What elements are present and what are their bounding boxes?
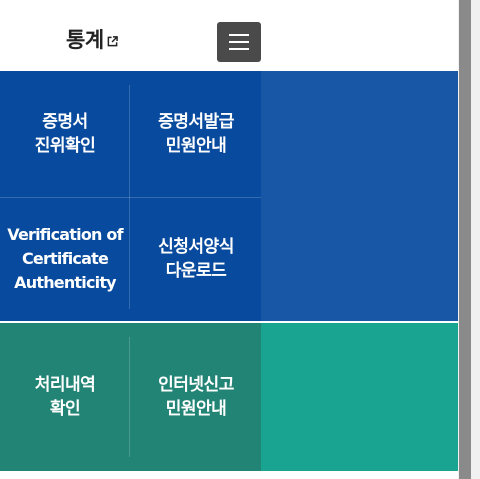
hamburger-menu-icon-line [229, 41, 249, 43]
scrollbar-thumb[interactable] [459, 0, 471, 479]
certificate-issuance-guide-link[interactable]: 증명서발급 민원안내 [131, 71, 261, 197]
certificate-verification-link[interactable]: 증명서 진위확인 [0, 71, 130, 197]
verification-english-link[interactable]: Verification of Certificate Authenticity [0, 197, 130, 321]
hamburger-menu-button[interactable] [217, 22, 261, 62]
internet-report-guide-link[interactable]: 인터넷신고 민원안내 [131, 323, 261, 471]
hamburger-menu-icon-line [229, 34, 249, 36]
green-service-grid: 처리내역 확인 인터넷신고 민원안내 [0, 323, 261, 471]
hamburger-menu-icon-line [229, 48, 249, 50]
statistics-link[interactable]: 통계 [66, 24, 118, 54]
external-link-icon [107, 35, 118, 46]
blue-service-grid: 증명서 진위확인 증명서발급 민원안내 Verification of Cert… [0, 71, 261, 321]
grid-divider [129, 337, 130, 457]
grid-divider [0, 197, 261, 198]
statistics-label: 통계 [66, 28, 104, 52]
top-bar: 통계 [0, 0, 458, 71]
processing-history-link[interactable]: 처리내역 확인 [0, 323, 130, 471]
application-form-download-link[interactable]: 신청서양식 다운로드 [131, 197, 261, 321]
